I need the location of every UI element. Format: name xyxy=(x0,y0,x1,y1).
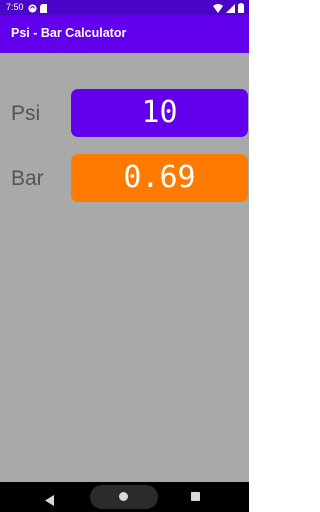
back-icon[interactable] xyxy=(45,491,54,510)
bar-output[interactable]: 0.69 xyxy=(71,154,248,202)
app-bar: Psi - Bar Calculator xyxy=(0,15,249,53)
app-title: Psi - Bar Calculator xyxy=(11,26,127,40)
recents-icon[interactable] xyxy=(191,492,200,501)
bar-label: Bar xyxy=(11,167,44,190)
app-screen: 7:50 Psi - Bar Calculator Psi 10 Bar 0.6… xyxy=(0,0,249,512)
status-bar: 7:50 xyxy=(0,0,249,15)
psi-input[interactable]: 10 xyxy=(71,89,248,137)
status-time: 7:50 xyxy=(6,2,24,12)
navigation-bar xyxy=(0,482,249,512)
psi-label: Psi xyxy=(11,102,41,125)
home-icon[interactable] xyxy=(119,492,128,501)
